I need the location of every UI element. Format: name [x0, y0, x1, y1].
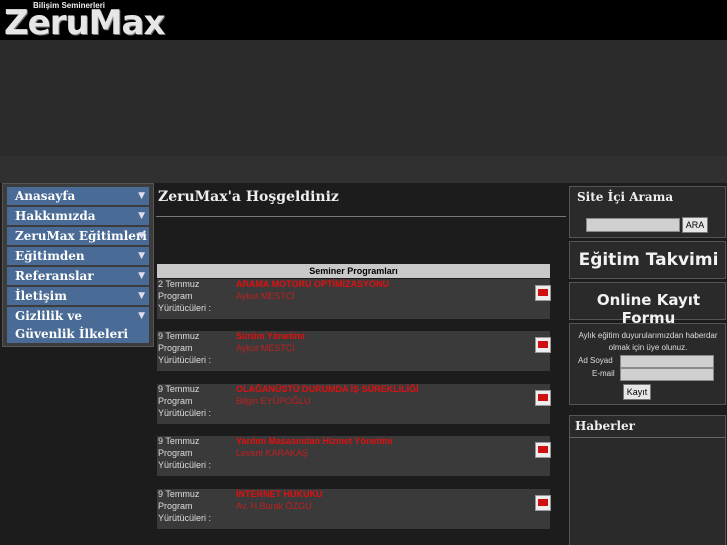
nav-item-label: ZeruMax Eğitimleri [15, 229, 147, 243]
seminar-date: 9 Temmuz [158, 436, 200, 446]
seminar-date: 2 Temmuz [158, 279, 200, 289]
yurutucu-label: Yürütücüleri : [158, 303, 212, 313]
name-label: Ad Soyad [578, 356, 613, 365]
logo[interactable]: ZeruMax Bilişim Seminerleri [2, 0, 202, 40]
seminar-row: 9 Temmuz Program Yürütücüleri : Yardım M… [157, 436, 551, 476]
logo-text: ZeruMax [4, 3, 165, 43]
name-field[interactable] [620, 355, 714, 368]
search-panel: Site İçi Arama ARA [569, 186, 726, 238]
header-strip [0, 156, 727, 183]
nav-item-hakkimizda[interactable]: Hakkımızda ▼ [7, 207, 149, 225]
nav-item-iletisim[interactable]: İletişim ▼ [7, 287, 149, 305]
search-button[interactable]: ARA [682, 217, 708, 233]
nav-item-label: Gizlilik ve Güvenlik İlkeleri [15, 309, 129, 341]
nav-item-gizlilik[interactable]: Gizlilik ve Güvenlik İlkeleri ▼ [7, 307, 149, 343]
chevron-down-icon: ▼ [138, 211, 145, 221]
seminar-speaker: Aykut MESTCİ [236, 291, 295, 301]
pdf-icon[interactable] [535, 337, 551, 353]
nav-item-label: İletişim [15, 289, 67, 303]
chevron-down-icon: ▼ [138, 311, 145, 321]
seminar-speaker: Aykut MESTCİ [236, 343, 295, 353]
seminar-date: 9 Temmuz [158, 331, 200, 341]
yurutucu-label: Yürütücüleri : [158, 513, 212, 523]
nav-item-referanslar[interactable]: Referanslar ▼ [7, 267, 149, 285]
top-bar: ZeruMax Bilişim Seminerleri [0, 0, 727, 40]
program-label: Program [158, 396, 193, 406]
search-title: Site İçi Arama [577, 190, 674, 204]
title-divider [156, 216, 566, 217]
email-field[interactable] [620, 368, 714, 381]
nav-item-label: Hakkımızda [15, 209, 96, 223]
program-label: Program [158, 343, 193, 353]
calendar-link[interactable]: Eğitim Takvimi [570, 250, 727, 270]
pdf-icon[interactable] [535, 390, 551, 406]
seminar-row: 2 Temmuz Program Yürütücüleri : ARAMA MO… [157, 279, 551, 319]
nav-item-egitimler[interactable]: ZeruMax Eğitimleri ▼ [7, 227, 149, 245]
seminar-speaker: Av. H.Burak ÖZGÜ [236, 501, 312, 511]
chevron-down-icon: ▼ [138, 251, 145, 261]
chevron-down-icon: ▼ [138, 291, 145, 301]
pdf-icon[interactable] [535, 285, 551, 301]
nav-item-label: Referanslar [15, 269, 94, 283]
register-link[interactable]: Online Kayıt Formu [570, 291, 727, 327]
yurutucu-label: Yürütücüleri : [158, 460, 212, 470]
seminar-row: 9 Temmuz Program Yürütücüleri : OLAĞANÜS… [157, 384, 551, 424]
yurutucu-label: Yürütücüleri : [158, 355, 212, 365]
news-panel: Haberler [569, 415, 726, 545]
page-title: ZeruMax'a Hoşgeldiniz [158, 189, 339, 205]
seminar-date: 9 Temmuz [158, 384, 200, 394]
logo-subtitle: Bilişim Seminerleri [33, 1, 106, 10]
program-label: Program [158, 448, 193, 458]
yurutucu-label: Yürütücüleri : [158, 408, 212, 418]
news-divider [570, 437, 725, 438]
pdf-icon[interactable] [535, 442, 551, 458]
program-label: Program [158, 501, 193, 511]
seminar-speaker: Levent KARAKAŞ [236, 448, 309, 458]
seminar-table-header: Seminer Programları [157, 264, 550, 278]
nav-item-anasayfa[interactable]: Anasayfa ▼ [7, 187, 149, 205]
news-title: Haberler [575, 419, 635, 433]
banner-area [0, 40, 727, 156]
seminar-row: 9 Temmuz Program Yürütücüleri : İNTERNET… [157, 489, 551, 529]
email-label: E-mail [592, 369, 615, 378]
left-nav: Anasayfa ▼ Hakkımızda ▼ ZeruMax Eğitimleri… [2, 183, 154, 347]
chevron-down-icon: ▼ [138, 191, 145, 201]
submit-button[interactable]: Kayıt [623, 384, 651, 400]
program-label: Program [158, 291, 193, 301]
seminar-title[interactable]: Yardım Masasından Hizmet Yönetimi [236, 436, 392, 446]
calendar-panel[interactable]: Eğitim Takvimi [569, 241, 726, 279]
seminar-row: 9 Temmuz Program Yürütücüleri : Sürüm Yö… [157, 331, 551, 371]
seminar-title[interactable]: Sürüm Yönetimi [236, 331, 305, 341]
register-panel[interactable]: Online Kayıt Formu [569, 282, 726, 327]
pdf-icon[interactable] [535, 495, 551, 511]
seminar-title[interactable]: ARAMA MOTORU OPTİMİZASYONU [236, 279, 389, 289]
seminar-title[interactable]: OLAĞANÜSTÜ DURUMDA İŞ SÜREKLİLİĞİ [236, 384, 419, 394]
nav-item-label: Anasayfa [15, 189, 76, 203]
search-input[interactable] [586, 218, 680, 232]
seminar-date: 9 Temmuz [158, 489, 200, 499]
chevron-down-icon: ▼ [138, 231, 145, 241]
newsletter-panel: Aylık eğitim duyurularımızdan haberdar o… [569, 323, 726, 405]
newsletter-text: Aylık eğitim duyurularımızdan haberdar o… [578, 331, 718, 352]
seminar-title[interactable]: İNTERNET HUKUKU [236, 489, 323, 499]
seminar-speaker: Bilgin EYÜPOĞLU [236, 396, 311, 406]
chevron-down-icon: ▼ [138, 271, 145, 281]
nav-item-goruntuler[interactable]: Eğitimden Görüntüler▼ [7, 247, 149, 281]
